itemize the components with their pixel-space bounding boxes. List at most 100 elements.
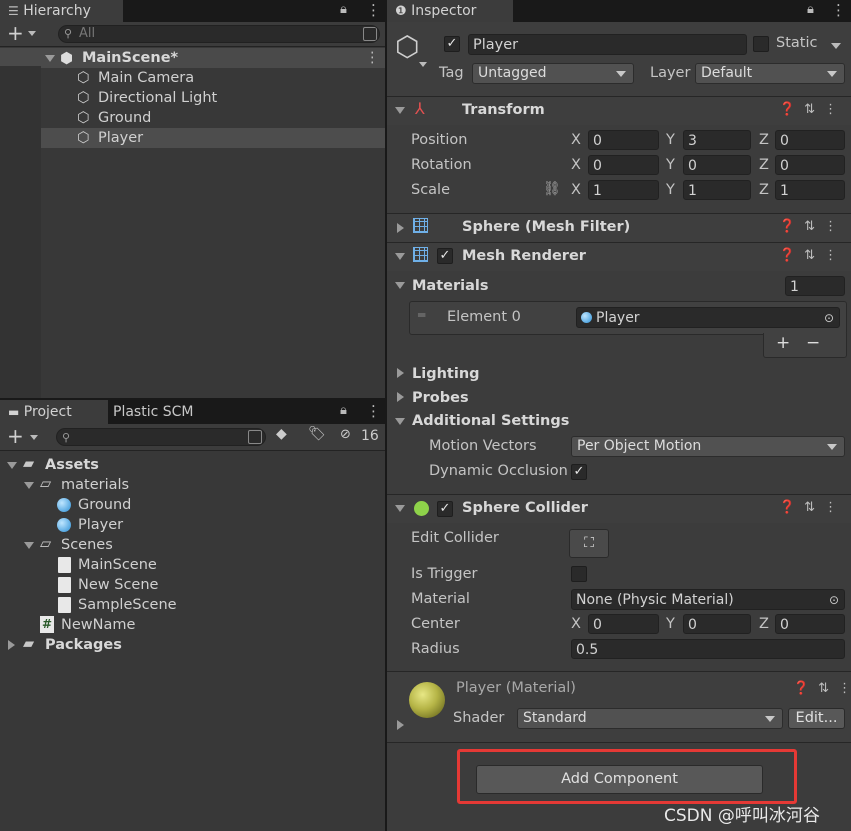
icon-dropdown-caret[interactable] <box>419 62 427 67</box>
static-checkbox[interactable] <box>753 36 769 52</box>
remove-element-button[interactable]: − <box>806 333 820 353</box>
search-options-icon[interactable] <box>248 430 262 444</box>
layer-dropdown[interactable]: Default <box>695 63 845 84</box>
expand-arrow-icon[interactable] <box>45 55 55 62</box>
component-header-icons[interactable]: ❓⇅⋮ <box>793 681 851 696</box>
additional-settings-section[interactable]: Additional Settings <box>412 413 569 429</box>
mesh-filter-header[interactable]: Sphere (Mesh Filter) ❓⇅⋮ <box>387 213 851 242</box>
object-picker-icon[interactable]: ⊙ <box>829 590 839 609</box>
drag-handle-icon[interactable]: ═ <box>418 308 425 322</box>
object-picker-icon[interactable]: ⊙ <box>824 308 834 327</box>
kebab-menu-icon[interactable]: ⋮ <box>366 402 381 420</box>
static-dropdown-caret[interactable] <box>831 43 841 49</box>
lock-icon[interactable]: 🔒︎ <box>807 2 814 17</box>
center-x-field[interactable]: 0 <box>588 614 659 634</box>
lock-icon[interactable]: 🔒︎ <box>340 2 347 17</box>
asset-row[interactable]: Ground <box>0 495 385 515</box>
asset-row[interactable]: MainScene <box>0 555 385 575</box>
tab-project[interactable]: ▬ Project <box>0 400 108 424</box>
asset-row[interactable]: SampleScene <box>0 595 385 615</box>
hierarchy-item-selected[interactable]: ⬡ Player <box>0 128 385 148</box>
collapse-arrow-icon[interactable] <box>397 368 404 378</box>
motion-vectors-dropdown[interactable]: Per Object Motion <box>571 436 845 457</box>
hierarchy-search-input[interactable]: ⚲ All <box>58 25 380 43</box>
asset-row[interactable]: Player <box>0 515 385 535</box>
radius-field[interactable]: 0.5 <box>571 639 845 659</box>
expand-arrow-icon[interactable] <box>395 107 405 114</box>
rotation-x-field[interactable]: 0 <box>588 155 659 175</box>
position-y-field[interactable]: 3 <box>683 130 751 150</box>
edit-collider-button[interactable]: ⛶ <box>569 529 609 558</box>
search-options-icon[interactable] <box>363 27 377 41</box>
hierarchy-item[interactable]: ⬡ Main Camera <box>0 68 385 88</box>
chevron-down-icon[interactable] <box>30 435 38 440</box>
element-material-field[interactable]: Player ⊙ <box>576 307 840 328</box>
hierarchy-item[interactable]: ⬡ Ground <box>0 108 385 128</box>
add-element-button[interactable]: + <box>776 333 790 353</box>
kebab-menu-icon[interactable]: ⋮ <box>831 1 846 19</box>
collapse-arrow-icon[interactable] <box>397 223 404 233</box>
materials-count-field[interactable]: 1 <box>785 276 845 296</box>
position-z-field[interactable]: 0 <box>775 130 845 150</box>
folder-row-packages[interactable]: ▰ Packages <box>0 635 385 655</box>
scale-x-field[interactable]: 1 <box>588 180 659 200</box>
collapse-arrow-icon[interactable] <box>397 392 404 402</box>
position-x-field[interactable]: 0 <box>588 130 659 150</box>
collider-material-field[interactable]: None (Physic Material) ⊙ <box>571 589 845 610</box>
asset-row[interactable]: # NewName <box>0 615 385 635</box>
scale-y-field[interactable]: 1 <box>683 180 751 200</box>
lighting-section[interactable]: Lighting <box>412 366 480 382</box>
shader-dropdown[interactable]: Standard <box>517 708 783 729</box>
sphere-collider-enabled-checkbox[interactable]: ✓ <box>437 501 453 517</box>
probes-section[interactable]: Probes <box>412 390 469 406</box>
component-header-icons[interactable]: ❓⇅⋮ <box>779 102 846 117</box>
center-y-field[interactable]: 0 <box>683 614 751 634</box>
rotation-z-field[interactable]: 0 <box>775 155 845 175</box>
project-search-input[interactable]: ⚲ <box>56 428 266 446</box>
filter-by-type-icon[interactable]: ◆ <box>276 426 287 442</box>
folder-row-scenes[interactable]: ▱ Scenes <box>0 535 385 555</box>
create-plus-icon[interactable]: + <box>7 424 24 448</box>
component-header-icons[interactable]: ❓⇅⋮ <box>779 248 846 263</box>
horizontal-splitter[interactable] <box>0 398 385 400</box>
collapse-arrow-icon[interactable] <box>8 640 15 650</box>
scale-z-field[interactable]: 1 <box>775 180 845 200</box>
folder-row-assets[interactable]: ▰ Assets <box>0 455 385 475</box>
filter-by-label-icon[interactable]: 🏷︎ <box>308 426 326 442</box>
expand-arrow-icon[interactable] <box>24 482 34 489</box>
center-z-field[interactable]: 0 <box>775 614 845 634</box>
expand-arrow-icon[interactable] <box>24 542 34 549</box>
collapse-arrow-icon[interactable] <box>397 720 404 730</box>
dynamic-occlusion-checkbox[interactable]: ✓ <box>571 464 587 480</box>
expand-arrow-icon[interactable] <box>395 253 405 260</box>
tag-dropdown[interactable]: Untagged <box>472 63 634 84</box>
edit-shader-button[interactable]: Edit... <box>788 708 845 729</box>
rotation-y-field[interactable]: 0 <box>683 155 751 175</box>
kebab-menu-icon[interactable]: ⋮ <box>366 1 381 19</box>
create-plus-icon[interactable]: + <box>7 21 24 45</box>
object-name-field[interactable]: Player <box>468 34 747 55</box>
lock-icon[interactable]: 🔒︎ <box>340 403 347 418</box>
hierarchy-item[interactable]: ⬡ Directional Light <box>0 88 385 108</box>
hidden-packages-icon[interactable]: ⊘ <box>340 427 351 442</box>
expand-arrow-icon[interactable] <box>395 505 405 512</box>
expand-arrow-icon[interactable] <box>395 418 405 425</box>
folder-row-materials[interactable]: ▱ materials <box>0 475 385 495</box>
active-checkbox[interactable]: ✓ <box>444 36 460 52</box>
mesh-renderer-header[interactable]: ✓ Mesh Renderer ❓⇅⋮ <box>387 242 851 271</box>
expand-arrow-icon[interactable] <box>395 282 405 289</box>
transform-header[interactable]: ⅄ Transform ❓⇅⋮ <box>387 96 851 125</box>
scene-menu-icon[interactable]: ⋮ <box>365 48 380 68</box>
component-header-icons[interactable]: ❓⇅⋮ <box>779 500 846 515</box>
tab-plastic-scm[interactable]: Plastic SCM <box>105 400 193 424</box>
tab-hierarchy[interactable]: ☰ Hierarchy <box>0 0 123 22</box>
mesh-renderer-enabled-checkbox[interactable]: ✓ <box>437 248 453 264</box>
chevron-down-icon[interactable] <box>28 31 36 36</box>
tab-inspector[interactable]: ❶ Inspector <box>387 0 513 22</box>
constrain-proportions-icon[interactable]: ⛓ <box>543 181 561 197</box>
expand-arrow-icon[interactable] <box>7 462 17 469</box>
component-header-icons[interactable]: ❓⇅⋮ <box>779 219 846 234</box>
scene-row[interactable]: ⬢ MainScene* ⋮ <box>0 48 385 68</box>
sphere-collider-header[interactable]: ✓ Sphere Collider ❓⇅⋮ <box>387 494 851 523</box>
asset-row[interactable]: New Scene <box>0 575 385 595</box>
